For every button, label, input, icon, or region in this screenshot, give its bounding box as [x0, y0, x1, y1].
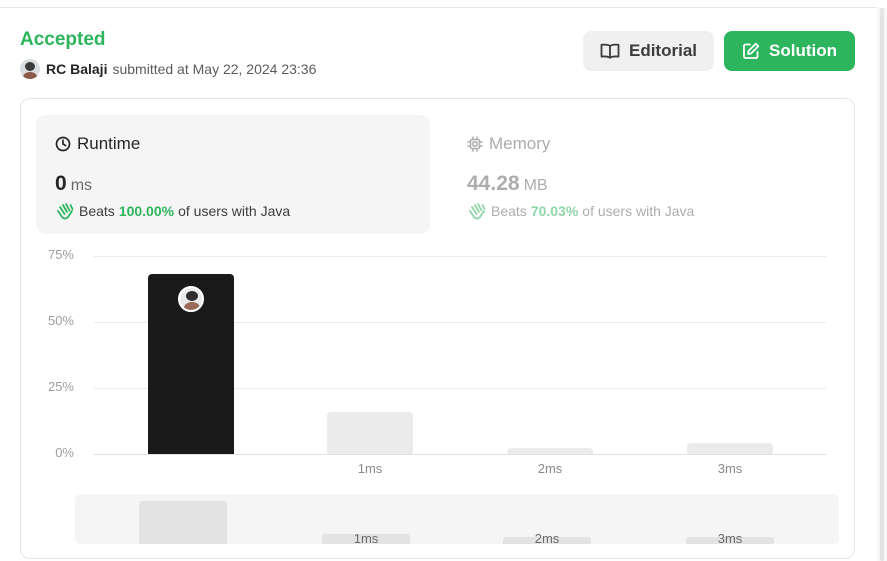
- memory-header: Memory: [467, 134, 550, 154]
- book-icon: [600, 43, 620, 59]
- submission-status: Accepted: [20, 29, 106, 50]
- overview-bar: [139, 501, 227, 544]
- runtime-header: Runtime: [55, 134, 140, 154]
- runtime-beats-percent: 100.00%: [118, 203, 175, 219]
- runtime-label: Runtime: [77, 134, 141, 153]
- runtime-unit: ms: [70, 177, 93, 194]
- memory-panel[interactable]: Memory 44.28 MB Beats 70.03% of users wit…: [448, 115, 842, 234]
- top-divider: [0, 7, 877, 8]
- chip-icon: [467, 136, 483, 152]
- x-tick-label: 1ms: [357, 461, 383, 476]
- memory-value: 44.28: [467, 172, 520, 195]
- runtime-panel[interactable]: Runtime 0 ms Beats 100.00% of users with …: [36, 115, 430, 234]
- memory-beats-suffix: of users with Java: [582, 203, 695, 219]
- memory-unit: MB: [523, 177, 548, 194]
- submission-info: RC Balaji submitted at May 22, 2024 23:3…: [20, 59, 316, 79]
- y-tick-label: 25%: [47, 379, 74, 394]
- overview-label: 1ms: [353, 531, 379, 544]
- y-tick-label: 75%: [47, 247, 74, 262]
- user-name[interactable]: RC Balaji: [46, 61, 107, 77]
- memory-beats-percent: 70.03%: [530, 203, 579, 219]
- chart-bar[interactable]: [327, 411, 413, 454]
- chart-bar-current[interactable]: [148, 274, 234, 454]
- editorial-button[interactable]: Editorial: [583, 31, 714, 71]
- memory-label: Memory: [489, 134, 551, 153]
- runtime-value: 0: [55, 172, 67, 195]
- gridline: [94, 256, 826, 257]
- runtime-beats-prefix: Beats: [79, 203, 115, 219]
- distribution-overview[interactable]: 1ms 2ms 3ms: [75, 494, 839, 544]
- memory-beats-prefix: Beats: [491, 203, 527, 219]
- user-avatar[interactable]: [20, 59, 40, 79]
- chart-bar[interactable]: [687, 443, 773, 454]
- scrollbar-thumb[interactable]: [880, 8, 884, 561]
- clapping-hands-icon: [57, 203, 74, 220]
- clock-icon: [55, 136, 71, 152]
- runtime-beats-suffix: of users with Java: [178, 203, 291, 219]
- memory-value-row: 44.28 MB: [467, 172, 548, 196]
- clapping-hands-icon: [469, 203, 486, 220]
- editorial-label: Editorial: [628, 41, 697, 60]
- submitted-time: submitted at May 22, 2024 23:36: [112, 61, 317, 77]
- edit-icon: [743, 42, 760, 59]
- memory-beats: Beats 70.03% of users with Java: [467, 202, 694, 220]
- y-tick-label: 50%: [47, 313, 74, 328]
- solution-label: Solution: [769, 41, 837, 60]
- runtime-value-row: 0 ms: [55, 172, 92, 196]
- y-tick-label: 0%: [55, 445, 74, 460]
- solution-button[interactable]: Solution: [724, 31, 855, 71]
- gridline: [94, 454, 826, 455]
- chart-bar[interactable]: [507, 448, 593, 454]
- x-tick-label: 2ms: [537, 461, 563, 476]
- user-avatar: [178, 286, 204, 313]
- overview-label: 3ms: [717, 531, 743, 544]
- scrollbar[interactable]: [877, 8, 887, 561]
- overview-label: 2ms: [534, 531, 560, 544]
- x-tick-label: 3ms: [717, 461, 743, 476]
- runtime-beats: Beats 100.00% of users with Java: [55, 202, 290, 220]
